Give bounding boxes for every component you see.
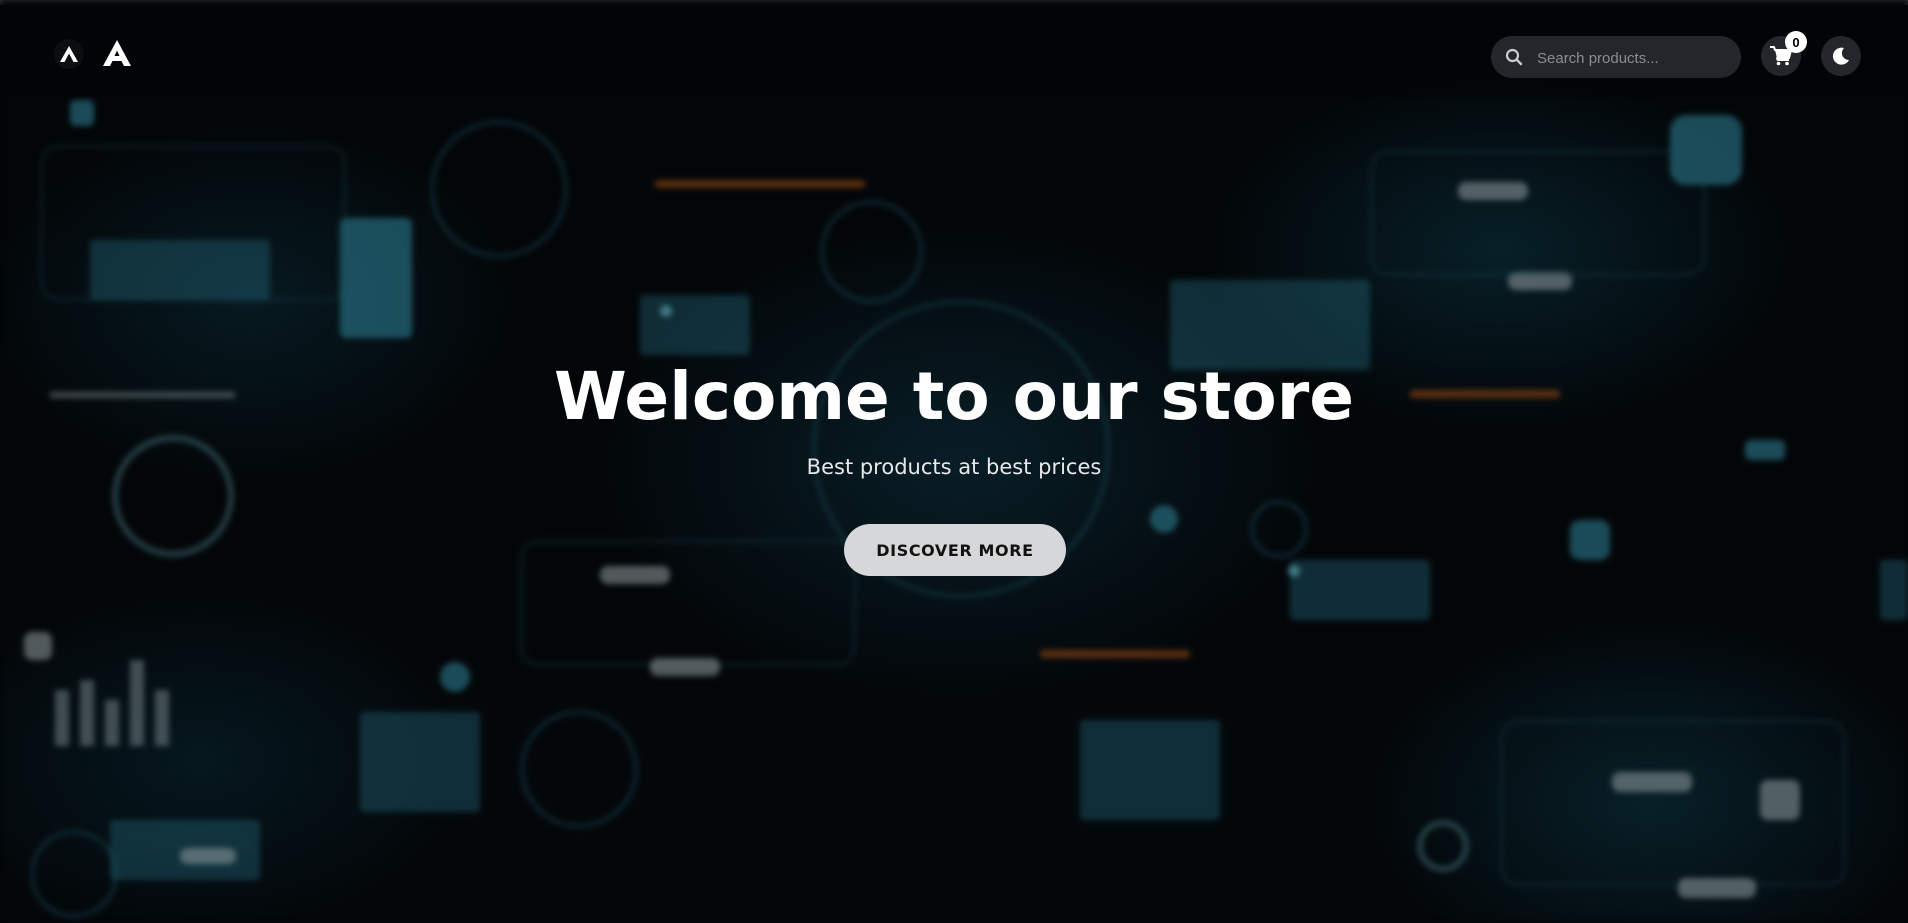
theme-toggle-button[interactable] <box>1821 36 1861 76</box>
search-icon <box>1505 48 1523 66</box>
search-input[interactable] <box>1535 36 1735 80</box>
logo-a-icon <box>60 46 78 62</box>
logo-mark-small[interactable] <box>54 39 84 69</box>
cart-count-badge: 0 <box>1785 31 1807 53</box>
logo-a-large-icon <box>103 40 131 66</box>
discover-more-button[interactable]: DISCOVER MORE <box>844 524 1066 576</box>
logo-mark-large[interactable] <box>100 33 134 73</box>
site-header: 0 <box>0 5 1908 97</box>
hero-title: Welcome to our store <box>553 358 1355 435</box>
search-bar <box>1491 36 1741 80</box>
moon-icon <box>1832 47 1849 65</box>
hero-subtitle: Best products at best prices <box>806 455 1102 479</box>
